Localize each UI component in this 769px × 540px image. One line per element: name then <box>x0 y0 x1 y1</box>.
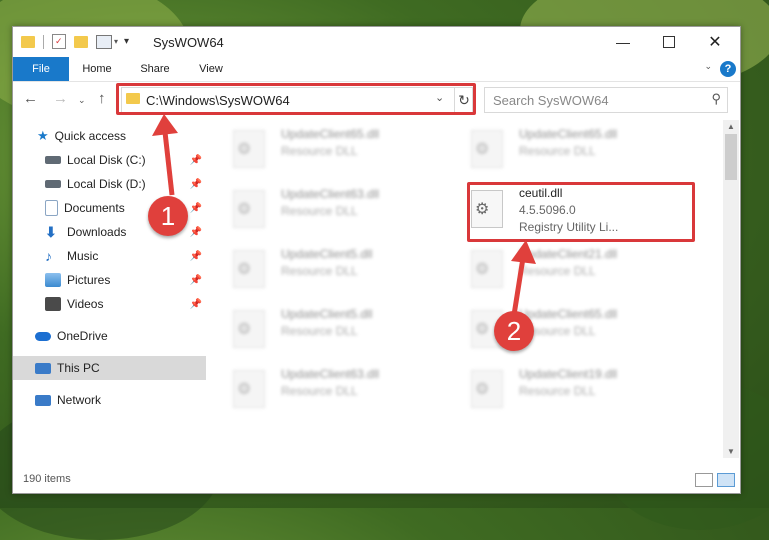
step-2-badge: 2 <box>494 311 534 351</box>
arrow-2 <box>511 240 536 316</box>
annotation-arrows <box>152 114 536 316</box>
step-1-badge: 1 <box>148 196 188 236</box>
arrow-1 <box>152 114 178 196</box>
